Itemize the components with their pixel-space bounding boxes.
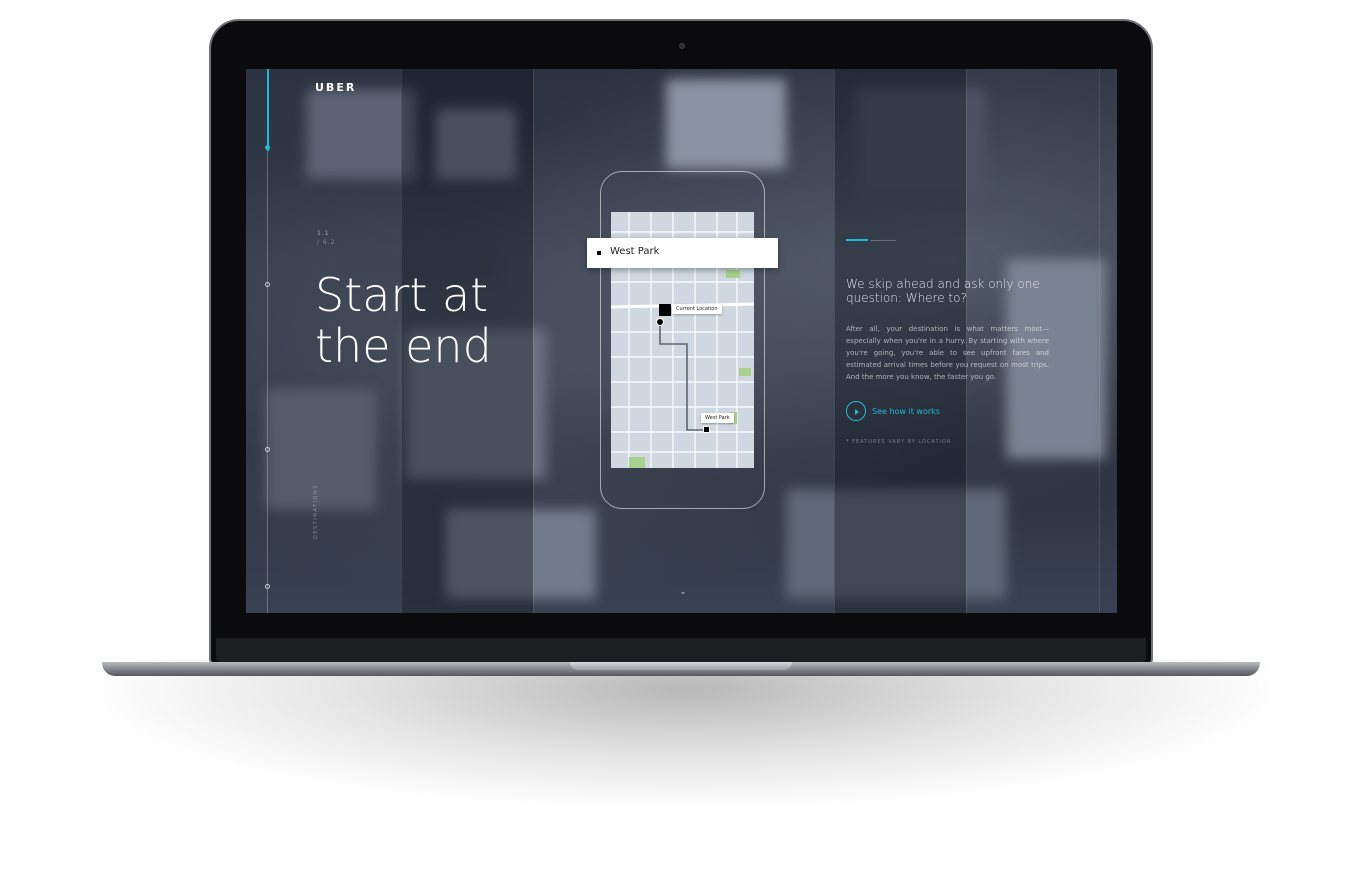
detail-subhead: We skip ahead and ask only one question:… (846, 277, 1040, 305)
progress-dot[interactable] (265, 282, 270, 287)
webcam (679, 43, 685, 49)
website-screen: UBER 1.1 / 6.2 DESTINATIONS Start at the… (246, 69, 1117, 613)
destination-search-card[interactable]: West Park (587, 238, 778, 268)
destination-search-value: West Park (610, 246, 660, 257)
grid-line (1099, 69, 1100, 613)
features-footnote: * FEATURES VARY BY LOCATION (846, 439, 952, 445)
cta-label[interactable]: See how it works (872, 407, 940, 416)
progress-dot[interactable] (265, 447, 270, 452)
accent-line-track (870, 240, 896, 241)
current-location-label: Current Location (672, 304, 722, 314)
bg-building (266, 389, 376, 509)
destination-label: West Park (701, 413, 734, 423)
origin-marker-icon (656, 318, 664, 326)
detail-body: After all, your destination is what matt… (846, 325, 1049, 381)
bg-building (666, 79, 786, 169)
laptop-bezel-chin (216, 638, 1146, 662)
laptop-hinge-notch (570, 662, 792, 670)
bg-building (306, 89, 416, 179)
progress-dot-active[interactable] (265, 145, 270, 150)
slide-counter: 1.1 / 6.2 (317, 229, 335, 247)
accent-line (846, 239, 868, 241)
laptop-shadow (80, 660, 1290, 810)
progress-dot[interactable] (265, 584, 270, 589)
car-icon (659, 304, 671, 316)
counter-current: 1.1 (317, 230, 330, 237)
play-icon[interactable] (846, 401, 866, 421)
laptop-mockup: UBER 1.1 / 6.2 DESTINATIONS Start at the… (0, 0, 1369, 875)
chevron-down-icon[interactable]: ⌄ (678, 587, 688, 597)
progress-indicator (267, 69, 269, 151)
grid-line (834, 69, 835, 613)
counter-total: / 6.2 (317, 239, 336, 246)
section-label: DESTINATIONS (313, 484, 319, 539)
hero-headline: Start at the end (315, 268, 492, 373)
square-marker-icon (597, 251, 601, 255)
destination-marker-icon (703, 426, 710, 433)
see-how-it-works-link[interactable]: See how it works (846, 401, 940, 421)
uber-logo[interactable]: UBER (315, 81, 356, 94)
